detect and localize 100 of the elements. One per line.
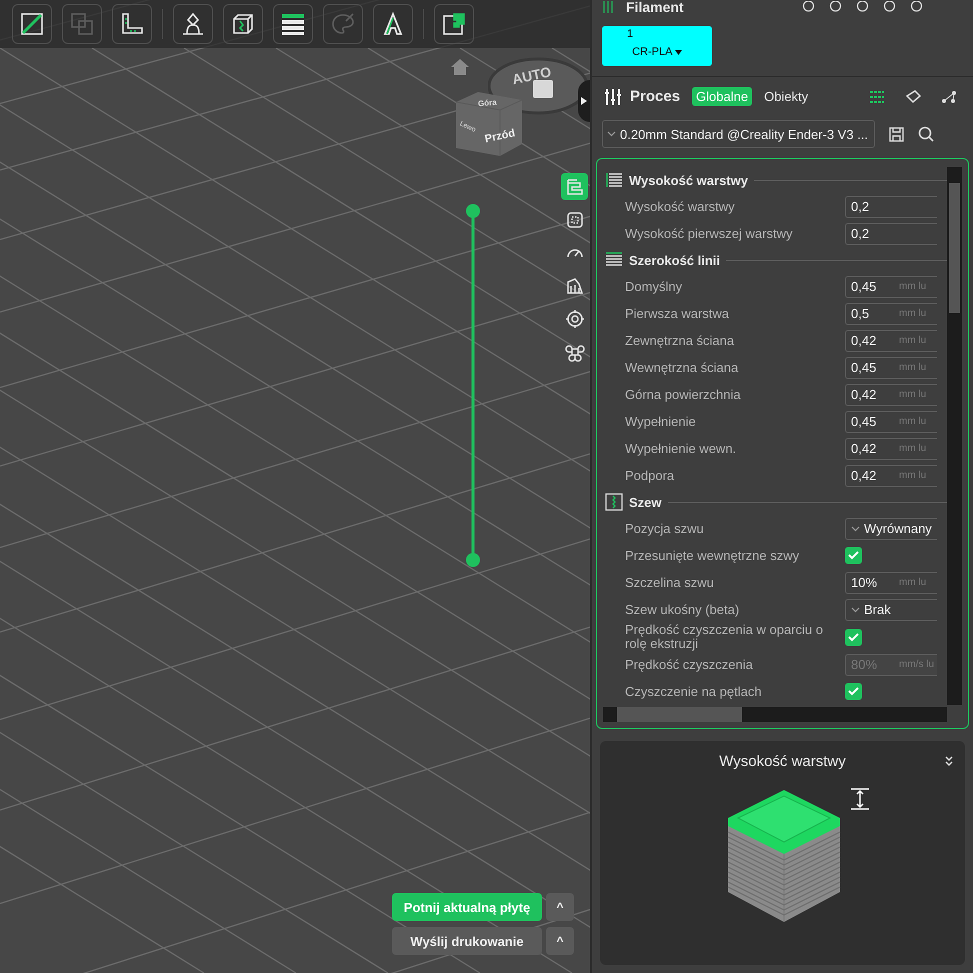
setting-label: Prędkość czyszczenia w oparciu o rolę ekstruzji [625,623,824,651]
ruler-icon [119,11,145,37]
dropdown-field[interactable]: Wyrównany [845,518,937,540]
number-field[interactable]: 0,2 [845,196,937,218]
checkbox[interactable] [845,628,862,646]
number-field[interactable]: 0,45 mm lu [845,410,937,432]
save-icon[interactable] [889,126,904,142]
triangle-icon [581,97,587,105]
setting-label: Zewnętrzna ściana [625,334,736,348]
panel-collapse-handle[interactable] [578,80,590,122]
toolbar-button[interactable] [173,4,213,44]
unit-label: mm lu [899,470,926,481]
preset-dropdown[interactable]: 0.20mm Standard @Creality Ender-3 V3 ... [602,120,875,148]
check-icon [848,632,859,642]
view-cube[interactable] [456,92,522,156]
setting-label: Górna powierzchnia [625,388,742,402]
setting-label: Szczelina szwu [625,576,715,590]
setting-label: Wypełnienie [625,414,697,428]
dropdown-triangle-icon [674,50,682,55]
group-title: Szew [629,494,662,510]
unit-label: mm lu [899,577,926,588]
side-tool-button[interactable] [561,173,588,200]
scope-tab[interactable]: Obiekty [760,87,812,106]
setting-label: Pozycja szwu [625,522,705,536]
unit-label: mm lu [899,362,926,373]
cube-face-label: Przód [484,127,516,146]
check-icon [848,551,859,560]
vertical-scrollbar[interactable] [947,167,962,705]
group-title: Szerokość linii [629,252,720,268]
bust-icon [180,11,206,37]
toolbar-button[interactable] [12,4,52,44]
setting-label: Wewnętrzna ściana [625,360,740,374]
unit-label: mm lu [899,308,926,319]
layers-icon [564,176,584,196]
toolbar-button[interactable] [273,4,313,44]
info-title: Wysokość warstwy [719,753,846,770]
expand-button[interactable]: ^ [546,893,574,921]
layers-icon [280,11,306,37]
number-field[interactable]: 0,42 mm lu [845,438,937,460]
dotted-square-icon [564,210,584,230]
home-icon[interactable] [450,58,470,76]
number-field[interactable]: 10% mm lu [845,572,937,594]
cube-face-label: Góra [478,98,497,108]
dial-label: AUTO [510,63,553,88]
unit-label: mm lu [899,443,926,454]
checkbox[interactable] [845,547,862,564]
puzzle-icon [441,11,467,37]
checkbox[interactable] [845,683,862,700]
setting-label: Wysokość pierwszej warstwy [625,226,794,240]
support-icon [564,276,584,296]
setting-label: Pierwsza warstwa [625,306,730,320]
layer-stack-icon [605,172,623,188]
check-icon [848,687,859,696]
number-field[interactable]: 0,42 mm lu [845,330,937,352]
toolbar-button[interactable] [373,4,413,44]
line-stack-icon [605,252,623,268]
process-title: Proces [630,88,680,105]
filament-slot[interactable]: 1 CR-PLA [602,26,712,66]
setting-label: Prędkość czyszczenia [625,658,754,672]
setting-label: Wypełnienie wewn. [625,442,738,456]
number-field[interactable]: 0,45 mm lu [845,356,937,378]
chevron-down-icon [851,526,860,532]
target-icon [564,308,584,328]
unit-label: mm lu [899,389,926,400]
number-field[interactable]: 0,2 [845,222,937,244]
toolbar-button[interactable] [112,4,152,44]
double-chevron-icon[interactable] [945,755,953,767]
list-icon[interactable] [869,90,885,104]
number-field[interactable]: 0,42 mm lu [845,464,937,486]
unit-label: mm lu [899,335,926,346]
cube-icon [230,11,256,37]
slider-handle[interactable] [466,204,480,218]
chevron-down-icon [607,131,616,137]
number-field[interactable]: 0,45 mm lu [845,276,937,298]
group-title: Wysokość warstwy [629,172,748,188]
unit-label: mm lu [899,281,926,292]
horizontal-scrollbar[interactable] [603,707,947,722]
search-icon[interactable] [918,126,934,142]
setting-label: Szew ukośny (beta) [625,602,740,616]
setting-label: Podpora [625,468,676,482]
action-button[interactable]: Wyślij drukowanie [392,927,542,955]
expand-button[interactable]: ^ [546,927,574,955]
setting-label: Czyszczenie na pętlach [625,684,763,698]
palette-icon [330,11,356,37]
filament-title: Filament [626,0,684,14]
dropdown-field[interactable]: Brak [845,598,937,620]
setting-label: Przesunięte wewnętrzne szwy [625,548,800,562]
unit-label: mm lu [899,416,926,427]
layer-range-slider[interactable] [466,204,480,567]
nodes-icon[interactable] [941,90,957,104]
slashed-square-icon [19,11,45,37]
sliders-icon [604,88,622,106]
number-field[interactable]: 0,42 mm lu [845,384,937,406]
toolbar-button[interactable] [223,4,263,44]
height-arrow-icon [850,788,870,810]
number-field[interactable]: 0,5 mm lu [845,302,937,324]
toolbar-button[interactable] [434,4,474,44]
chevron-down-icon [851,606,860,612]
slider-handle[interactable] [466,553,480,567]
overlapping-squares-icon [69,11,95,37]
